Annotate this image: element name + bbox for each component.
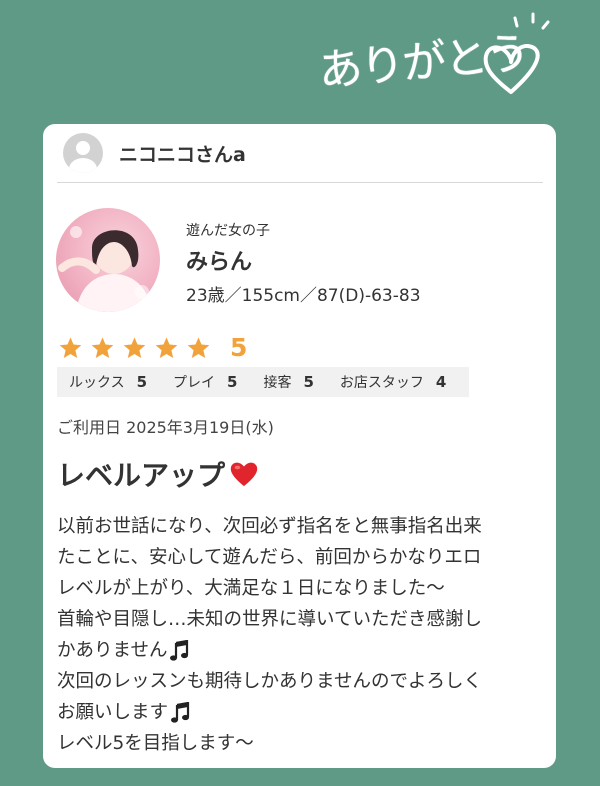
review-line: レベルが上がり、大満足な１日になりました〜: [57, 578, 445, 599]
cast-spec: 23歳／155cm／87(D)-63-83: [186, 286, 421, 306]
review-line: 以前お世話になり、次回必ず指名をと無事指名出来: [57, 516, 482, 537]
star-icon: [155, 337, 178, 358]
star-icon: [187, 337, 210, 358]
rating-value: 4: [435, 373, 447, 391]
star-icon: [91, 337, 114, 358]
rating-label: ルックス: [69, 375, 125, 391]
star-icon: [59, 337, 82, 358]
cast-photo-illustration: [58, 226, 152, 312]
header-divider: [57, 182, 543, 183]
star-icon: [123, 337, 146, 358]
rating-label: 接客: [263, 375, 292, 391]
music-note-icon: [170, 639, 189, 661]
cast-name[interactable]: みらん: [186, 244, 252, 276]
review-line: たことに、安心して遊んだら、前回からかなりエロ: [57, 547, 482, 568]
rating-service: 接客 5: [251, 372, 313, 392]
reviewer-name: ニコニコさんa: [119, 143, 246, 166]
overall-score: 5: [230, 333, 248, 362]
cast-label: 遊んだ女の子: [186, 223, 270, 239]
rating-looks: ルックス 5: [57, 372, 147, 392]
rating-label: プレイ: [173, 375, 216, 391]
music-note-icon: [171, 701, 190, 723]
rating-value: 5: [227, 373, 238, 391]
cast-photo[interactable]: [56, 208, 160, 312]
review-title: レベルアップ: [57, 454, 259, 494]
rating-play: プレイ 5: [161, 372, 237, 392]
rating-staff: お店スタッフ 4: [328, 372, 446, 392]
review-line: かありません: [57, 635, 547, 666]
review-line: 首輪や目隠し…未知の世界に導いていただき感謝し: [57, 609, 482, 630]
reviewer-header: ニコニコさんa: [63, 132, 246, 174]
rating-value: 5: [136, 373, 148, 391]
category-ratings: ルックス 5 プレイ 5 接客 5 お店スタッフ 4: [57, 367, 469, 397]
review-line: 次回のレッスンも期待しかありませんのでよろしく: [57, 671, 482, 692]
rating-value: 5: [303, 373, 314, 391]
review-card: ニコニコさんa 遊んだ女の子 みらん 23歳／155cm／87(D)-63-83…: [43, 124, 556, 768]
red-heart-icon: [230, 462, 258, 487]
star-rating: 5: [58, 333, 247, 362]
review-title-text: レベルアップ: [57, 459, 226, 492]
review-line: レベル5を目指します〜: [57, 733, 254, 754]
outline-heart-icon: [483, 43, 540, 94]
review-line: お願いします: [57, 697, 547, 728]
user-avatar-icon: [63, 133, 103, 173]
review-body: 以前お世話になり、次回必ず指名をと無事指名出来 たことに、安心して遊んだら、前回…: [57, 511, 547, 759]
visit-date: ご利用日 2025年3月19日(水): [57, 418, 274, 437]
rating-label: お店スタッフ: [339, 375, 424, 391]
